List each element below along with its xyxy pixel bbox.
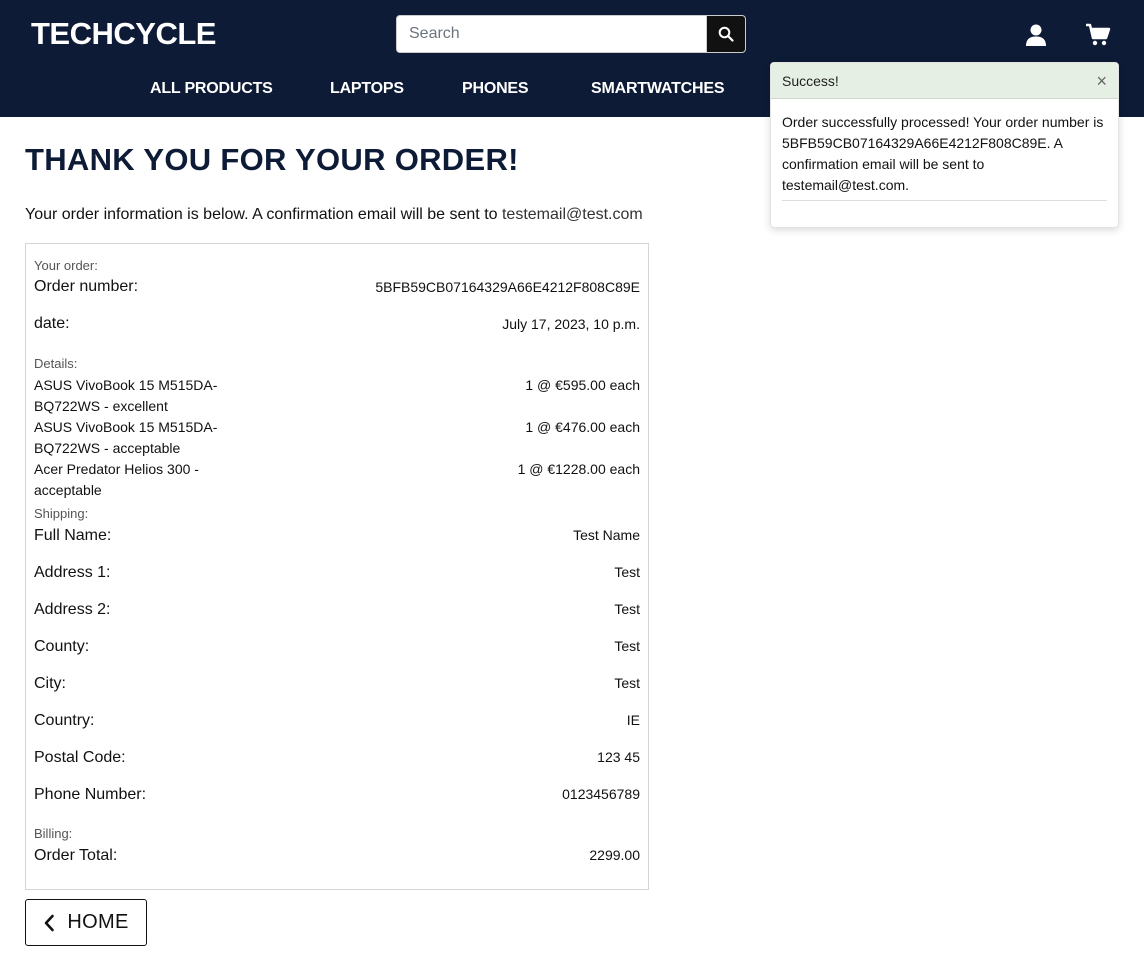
detail-item-name: Acer Predator Helios 300 - acceptable [34, 461, 199, 498]
search-icon [718, 26, 734, 42]
nav-phones[interactable]: PHONES [462, 78, 529, 100]
search-form [396, 15, 746, 53]
home-button[interactable]: HOME [25, 899, 147, 946]
toast-title: Success! [782, 72, 839, 89]
nav-smartwatches[interactable]: SMARTWATCHES [591, 78, 724, 100]
detail-item-price: 1 @ €595.00 each [525, 377, 640, 393]
shipping-field-label: Phone Number: [34, 786, 147, 803]
page-title: THANK YOU FOR YOUR ORDER! [25, 142, 519, 177]
chevron-left-icon [45, 914, 55, 931]
cart-icon[interactable] [1085, 22, 1111, 48]
search-button[interactable] [706, 15, 746, 53]
shipping-field-value: Test [614, 601, 640, 617]
detail-item-price: 1 @ €1228.00 each [517, 461, 640, 477]
toast-divider [782, 200, 1107, 201]
shipping-field-value: Test [614, 564, 640, 580]
success-toast: Success! × Order successfully processed!… [770, 62, 1119, 228]
user-icon[interactable] [1023, 22, 1049, 48]
order-number-label: Order number: [34, 278, 139, 295]
shipping-field-label: County: [34, 638, 90, 655]
close-icon[interactable]: × [1096, 72, 1107, 90]
shipping-field-label: Full Name: [34, 527, 112, 544]
shipping-field-value: IE [626, 712, 640, 728]
toast-header: Success! × [771, 63, 1118, 99]
order-date-label: date: [34, 315, 70, 332]
intro-email: testemail@test.com [501, 206, 643, 223]
shipping-field-label: City: [34, 675, 66, 692]
toast-body: Order successfully processed! Your order… [771, 99, 1118, 196]
toast-message: Order successfully processed! Your order… [782, 114, 1104, 193]
order-total-label: Order Total: [34, 847, 118, 864]
search-input[interactable] [396, 15, 706, 53]
shipping-field-label: Country: [34, 712, 95, 729]
order-total-value: 2299.00 [589, 847, 640, 863]
details-section-label: Details: [34, 356, 78, 371]
shipping-field-value: Test [614, 638, 640, 654]
nav-all-products[interactable]: ALL PRODUCTS [150, 78, 273, 100]
detail-item-name: ASUS VivoBook 15 M515DA-BQ722WS - accept… [34, 419, 218, 456]
order-date-value: July 17, 2023, 10 p.m. [502, 316, 640, 332]
detail-item-price: 1 @ €476.00 each [525, 419, 640, 435]
detail-item-name: ASUS VivoBook 15 M515DA-BQ722WS - excell… [34, 377, 218, 414]
home-button-label: HOME [67, 911, 129, 933]
shipping-section-label: Shipping: [34, 506, 89, 521]
shipping-field-value: 0123456789 [562, 786, 640, 802]
shipping-field-label: Address 2: [34, 601, 111, 618]
site-logo[interactable]: TECHCYCLE [31, 15, 216, 53]
shipping-field-label: Postal Code: [34, 749, 126, 766]
intro-text: Your order information is below. A confi… [25, 205, 643, 225]
shipping-field-value: Test [614, 675, 640, 691]
nav-laptops[interactable]: LAPTOPS [330, 78, 404, 100]
shipping-field-value: 123 45 [597, 749, 640, 765]
intro-message: Your order information is below. A confi… [25, 206, 502, 223]
billing-section-label: Billing: [34, 826, 73, 841]
order-number-value: 5BFB59CB07164329A66E4212F808C89E [375, 279, 640, 295]
shipping-field-value: Test Name [573, 527, 640, 543]
order-section-label: Your order: [34, 258, 98, 273]
order-summary: Your order: Order number: 5BFB59CB071643… [25, 243, 649, 890]
shipping-field-label: Address 1: [34, 564, 111, 581]
